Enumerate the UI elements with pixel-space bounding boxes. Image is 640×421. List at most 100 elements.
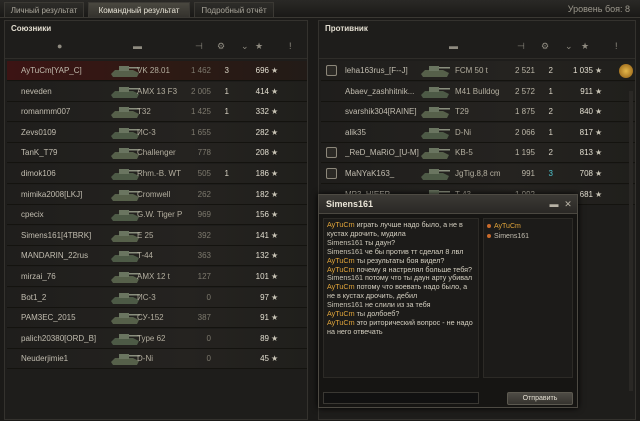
tank-name: M41 Bulldog [455, 86, 500, 96]
player-row[interactable]: romanmm007 T32 1 425 1 332 ★ [7, 102, 307, 123]
star-icon: ★ [271, 292, 279, 302]
damage-value: 127 [197, 272, 211, 281]
xp-star-icon[interactable]: ★ [255, 41, 263, 52]
tab-detailed-report[interactable]: Подробный отчёт [194, 2, 274, 17]
star-icon: ★ [595, 127, 603, 137]
player-row[interactable]: neveden AMX 13 F3 2 005 1 414 ★ [7, 81, 307, 102]
player-row[interactable]: leha163rus_[F--J] FCM 50 t2 521 2 1 035 ★ [321, 61, 635, 81]
xp-star-icon[interactable]: ★ [581, 41, 589, 52]
tank-icon[interactable]: ▬ [449, 41, 458, 51]
player-name[interactable]: mirzai_76 [21, 272, 107, 281]
tank-name: FCM 50 t [455, 66, 488, 75]
tank-icon[interactable]: ▬ [133, 41, 142, 51]
tank-icon [421, 148, 450, 160]
damage-icon[interactable]: ⊣ [195, 41, 203, 52]
player-row[interactable]: Abaev_zashhitnik... M41 Bulldog 2 572 1 911 ★ [321, 81, 635, 102]
xp-value: 332 [255, 107, 269, 117]
chat-member[interactable]: Simens161 [487, 232, 569, 242]
xp-value: 414 [255, 86, 269, 96]
member-name: Simens161 [494, 233, 530, 240]
chat-input[interactable] [323, 392, 479, 404]
sort-chevron-icon[interactable]: ⌄ [241, 41, 249, 52]
player-row[interactable]: TanK_T79 Challenger 778 208 ★ [7, 143, 307, 164]
star-icon: ★ [271, 313, 279, 323]
medal-icon [619, 64, 633, 78]
xp-value: 45 [260, 354, 269, 364]
tank-icon [421, 66, 450, 77]
player-row[interactable]: mirzai_76 AMX 12 t 127 101 ★ [7, 267, 307, 287]
player-row[interactable]: Bot1_2 ИС-3 0 97 ★ [7, 287, 307, 308]
close-icon[interactable]: ✕ [563, 199, 573, 209]
tab-team-result[interactable]: Командный результат [88, 2, 190, 17]
player-name[interactable]: dimok106 [21, 169, 107, 178]
player-name[interactable]: Neuderjimie1 [21, 354, 107, 363]
player-name[interactable]: Bot1_2 [21, 293, 107, 302]
player-name[interactable]: TanK_T79 [21, 148, 107, 157]
player-name[interactable]: romanmm007 [21, 107, 107, 116]
player-row[interactable]: Simens161[4TBRK] E 25 392 141 ★ [7, 225, 307, 246]
player-name[interactable]: Simens161[4TBRK] [21, 231, 107, 240]
kills-value: 2 [548, 66, 553, 75]
kills-value: 1 [224, 86, 229, 96]
message-author[interactable]: AyTuCm [327, 220, 355, 229]
chat-member[interactable]: AyTuCm [487, 222, 569, 232]
chat-message: AyTuCm играть лучше надо было, а не в ку… [327, 220, 475, 239]
message-author[interactable]: Simens161 [327, 273, 363, 282]
player-name[interactable]: Zevs0109 [21, 128, 107, 137]
kills-icon[interactable]: ⚙ [217, 41, 225, 52]
sort-chevron-icon[interactable]: ⌄ [565, 41, 573, 52]
player-row[interactable]: AyTuCm[YAP_C] VK 28.01 1 462 3 696 ★ [7, 61, 307, 81]
player-row[interactable]: palich20380[ORD_B] Type 62 0 89 ★ [7, 328, 307, 349]
star-icon: ★ [595, 189, 603, 199]
player-row[interactable]: Zevs0109 ИС-3 1 655 282 ★ [7, 122, 307, 143]
message-author[interactable]: AyTuCm [327, 265, 355, 274]
message-author[interactable]: Simens161 [327, 238, 363, 247]
player-name[interactable]: mimika2008[LKJ] [21, 190, 107, 199]
send-button[interactable]: Отправить [507, 392, 573, 405]
message-author[interactable]: Simens161 [327, 247, 363, 256]
minimize-icon[interactable]: ▬ [549, 199, 559, 209]
player-name[interactable]: palich20380[ORD_B] [21, 334, 107, 343]
allies-title: Союзники [11, 24, 52, 33]
player-row[interactable]: svarshik304[RAINE] T29 1 875 2 840 ★ [321, 102, 635, 123]
player-row[interactable]: _ReD_MaRiO_[U-M] KB-5 1 195 2 813 ★ [321, 143, 635, 164]
platoon-icon [326, 65, 337, 76]
player-row[interactable]: MANDARIN_22rus T-44 363 132 ★ [7, 246, 307, 267]
status-icon[interactable]: ! [615, 41, 618, 51]
xp-value: 186 [255, 169, 269, 178]
star-icon: ★ [595, 169, 603, 178]
message-author[interactable]: AyTuCm [327, 318, 355, 327]
player-row[interactable]: alik35 D-Ni 2 066 1 817 ★ [321, 122, 635, 143]
kills-icon[interactable]: ⚙ [541, 41, 549, 52]
kills-value: 3 [224, 66, 229, 75]
battle-level: Уровень боя: 8 [567, 4, 630, 14]
tab-personal-result[interactable]: Личный результат [4, 2, 84, 17]
player-name[interactable]: PAM3EC_2015 [21, 313, 107, 322]
damage-value: 392 [197, 230, 211, 240]
player-name[interactable]: cpecix [21, 210, 107, 219]
status-icon[interactable]: ! [289, 41, 292, 51]
player-row[interactable]: mimika2008[LKJ] Cromwell 262 182 ★ [7, 184, 307, 205]
message-author[interactable]: AyTuCm [327, 309, 355, 318]
player-row[interactable]: cpecix G.W. Tiger P 969 156 ★ [7, 205, 307, 226]
player-name[interactable]: neveden [21, 87, 107, 96]
message-author[interactable]: AyTuCm [327, 282, 355, 291]
message-author[interactable]: AyTuCm [327, 256, 355, 265]
player-row[interactable]: PAM3EC_2015 СУ-152 387 91 ★ [7, 308, 307, 329]
player-row[interactable]: MaNYaK163_ JgTig.8,8 cm 991 3 708 ★ [321, 164, 635, 184]
player-name[interactable]: AyTuCm[YAP_C] [21, 66, 107, 75]
player-row[interactable]: dimok106 Rhm.-B. WT 505 1 186 ★ [7, 164, 307, 184]
message-text: ты даун? [364, 237, 396, 247]
message-author[interactable]: Simens161 [327, 300, 363, 309]
player-name[interactable]: MANDARIN_22rus [21, 251, 107, 260]
kills-value: 3 [548, 169, 553, 178]
tank-name: KB-5 [455, 148, 473, 158]
tank-name: JgTig.8,8 cm [455, 169, 501, 178]
player-row[interactable]: Neuderjimie1 D-Ni 0 45 ★ [7, 349, 307, 370]
player-icon[interactable]: ● [57, 41, 62, 51]
scrollbar[interactable] [629, 91, 633, 391]
star-icon: ★ [271, 354, 279, 364]
damage-icon[interactable]: ⊣ [517, 41, 525, 52]
star-icon: ★ [271, 272, 279, 281]
chat-message: AyTuCm это риторический вопрос - не надо… [327, 318, 475, 337]
